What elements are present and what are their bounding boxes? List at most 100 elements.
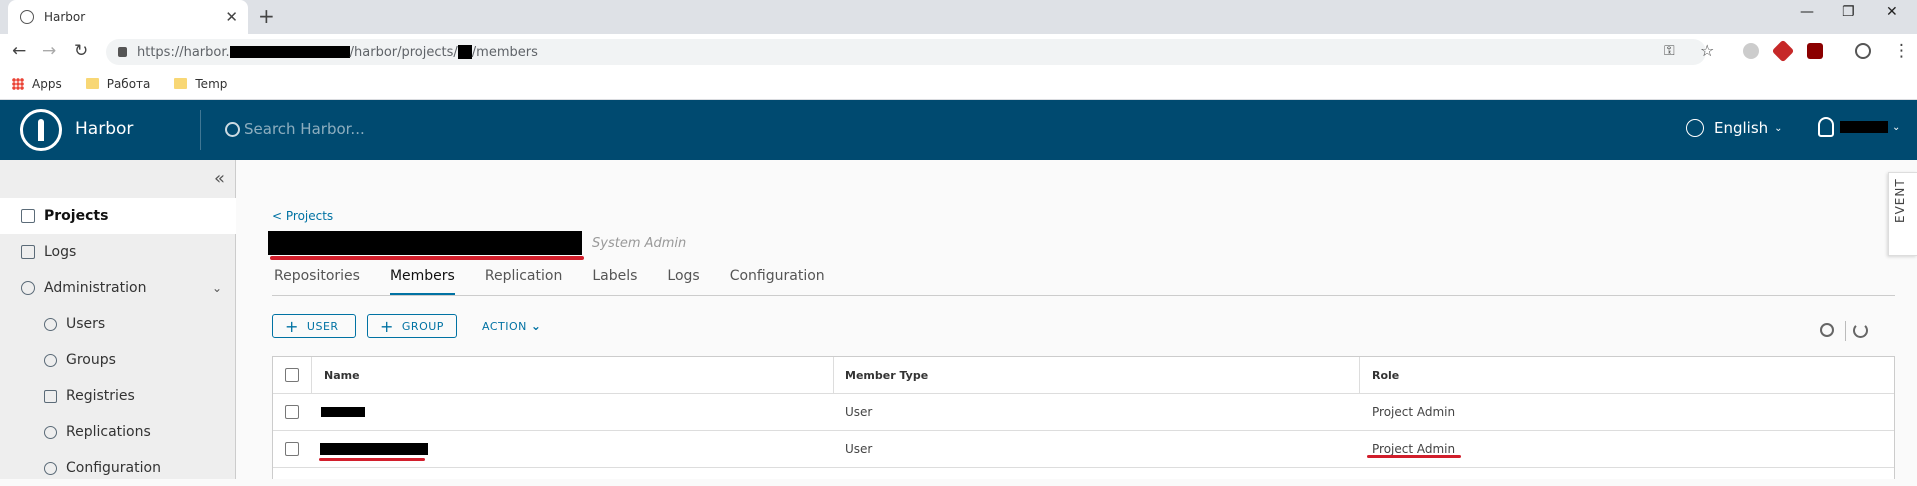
sidebar-item-administration[interactable]: Administration ⌄ (0, 270, 236, 306)
select-all-checkbox[interactable] (285, 368, 299, 382)
search-input[interactable]: Search Harbor... (244, 120, 365, 138)
table-row[interactable]: User Project Admin (273, 431, 1894, 468)
kebab-menu-icon[interactable]: ⋮ (1893, 41, 1910, 61)
tab-members[interactable]: Members (389, 268, 455, 296)
bookmark-label: Работа (106, 76, 151, 91)
profile-icon[interactable] (1855, 43, 1871, 59)
tab-replication[interactable]: Replication (485, 268, 562, 296)
chevron-down-icon: ⌄ (211, 281, 222, 295)
key-icon[interactable]: ⚿ (1664, 43, 1675, 59)
url-path: /harbor/projects/ (349, 44, 458, 60)
extension-icon[interactable] (1771, 39, 1795, 63)
column-header-role[interactable]: Role (1372, 357, 1399, 393)
header-divider (200, 110, 201, 150)
sidebar-item-projects[interactable]: Projects (0, 198, 236, 234)
url-field[interactable]: https://harbor. /harbor/projects/ /membe… (106, 39, 1706, 65)
member-type-cell: User (845, 405, 873, 419)
tab-labels[interactable]: Labels (592, 268, 637, 296)
new-tab-icon[interactable]: + (258, 4, 275, 28)
column-header-member-type[interactable]: Member Type (845, 357, 928, 393)
redacted-project-id (457, 45, 472, 59)
sidebar-item-label: Logs (44, 244, 77, 260)
sidebar-item-label: Registries (66, 388, 135, 404)
sidebar-item-label: Projects (44, 208, 109, 224)
global-search[interactable]: Search Harbor... (225, 120, 365, 138)
close-tab-icon[interactable]: ✕ (225, 8, 238, 26)
column-divider (1359, 357, 1360, 394)
close-window-icon[interactable]: ✕ (1886, 4, 1898, 20)
add-group-button[interactable]: + GROUP (367, 314, 457, 338)
redacted-username (1840, 121, 1888, 133)
chevron-down-icon: ⌄ (530, 319, 542, 333)
extension-icon[interactable] (1743, 43, 1759, 59)
add-user-button[interactable]: + USER (272, 314, 356, 338)
apps-grid-icon (12, 77, 24, 90)
redacted-member-name (320, 443, 428, 455)
sidebar-item-users[interactable]: Users (0, 306, 236, 342)
globe-icon (1686, 119, 1704, 137)
tab-logs[interactable]: Logs (667, 268, 699, 296)
select-all-cell (285, 357, 299, 393)
user-icon (1818, 117, 1834, 137)
brand-name[interactable]: Harbor (75, 119, 133, 139)
folder-icon (85, 78, 99, 89)
column-divider (311, 357, 312, 394)
minimize-icon[interactable]: — (1800, 4, 1814, 20)
harbor-logo-icon[interactable] (20, 109, 62, 151)
sidebar-item-configuration[interactable]: Configuration (0, 450, 236, 486)
browser-tab[interactable]: Harbor ✕ (8, 0, 248, 34)
breadcrumb[interactable]: < Projects (272, 209, 333, 223)
sidebar-item-logs[interactable]: Logs (0, 234, 236, 270)
row-select-cell (285, 394, 299, 430)
sidebar-item-label: Administration (44, 280, 147, 296)
harbor-favicon-icon (20, 10, 34, 24)
groups-icon (44, 353, 57, 367)
sidebar-item-groups[interactable]: Groups (0, 342, 236, 378)
star-icon[interactable]: ☆ (1700, 41, 1714, 60)
collapse-sidebar-icon[interactable]: « (214, 168, 225, 189)
restore-icon[interactable]: ❐ (1842, 4, 1855, 20)
tab-repositories[interactable]: Repositories (274, 268, 360, 296)
row-checkbox[interactable] (285, 405, 299, 419)
bookmark-rabota[interactable]: Работа (85, 76, 151, 91)
tab-configuration[interactable]: Configuration (730, 268, 825, 296)
redacted-project-name (268, 231, 582, 255)
event-panel-tab[interactable]: EVENT (1888, 172, 1917, 256)
browser-tab-bar: Harbor ✕ + — ❐ ✕ (0, 0, 1917, 34)
administration-icon (21, 281, 35, 295)
sidebar-item-replications[interactable]: Replications (0, 414, 236, 450)
language-label: English (1714, 119, 1769, 137)
registries-icon (44, 389, 57, 403)
action-dropdown[interactable]: ACTION ⌄ (482, 319, 541, 333)
annotation-underline (319, 458, 425, 461)
bookmark-temp[interactable]: Temp (174, 77, 227, 91)
lock-icon (118, 47, 127, 57)
column-divider (833, 357, 834, 394)
column-header-name[interactable]: Name (324, 357, 360, 393)
language-selector[interactable]: English ⌄ (1686, 119, 1783, 137)
search-icon (225, 121, 240, 137)
bookmark-label: Apps (32, 76, 62, 91)
member-name-cell (320, 431, 428, 467)
back-icon[interactable]: ← (12, 41, 26, 61)
sidebar-item-registries[interactable]: Registries (0, 378, 236, 414)
ublock-icon[interactable] (1807, 43, 1823, 59)
grid-search-icon[interactable] (1820, 323, 1834, 337)
event-label: EVENT (1893, 178, 1907, 223)
row-select-cell (285, 431, 299, 467)
refresh-icon[interactable] (1853, 323, 1868, 338)
reload-icon[interactable]: ↻ (74, 41, 88, 61)
bookmarks-bar: Apps Работа Temp (0, 68, 1917, 100)
row-checkbox[interactable] (285, 442, 299, 456)
bookmark-apps[interactable]: Apps (12, 77, 62, 91)
chevron-down-icon: ⌄ (1892, 121, 1901, 133)
sidebar-item-label: Replications (66, 424, 151, 440)
url-suffix: /members (471, 44, 538, 60)
sidebar-item-label: Configuration (66, 460, 161, 476)
members-table: Name Member Type Role User Project Admin… (272, 356, 1895, 479)
member-type-cell: User (845, 442, 873, 456)
user-menu[interactable]: ⌄ (1818, 117, 1900, 137)
forward-icon[interactable]: → (42, 41, 56, 61)
table-row[interactable]: User Project Admin (273, 394, 1894, 431)
app-header: Harbor Search Harbor... English ⌄ ⌄ (0, 100, 1917, 160)
